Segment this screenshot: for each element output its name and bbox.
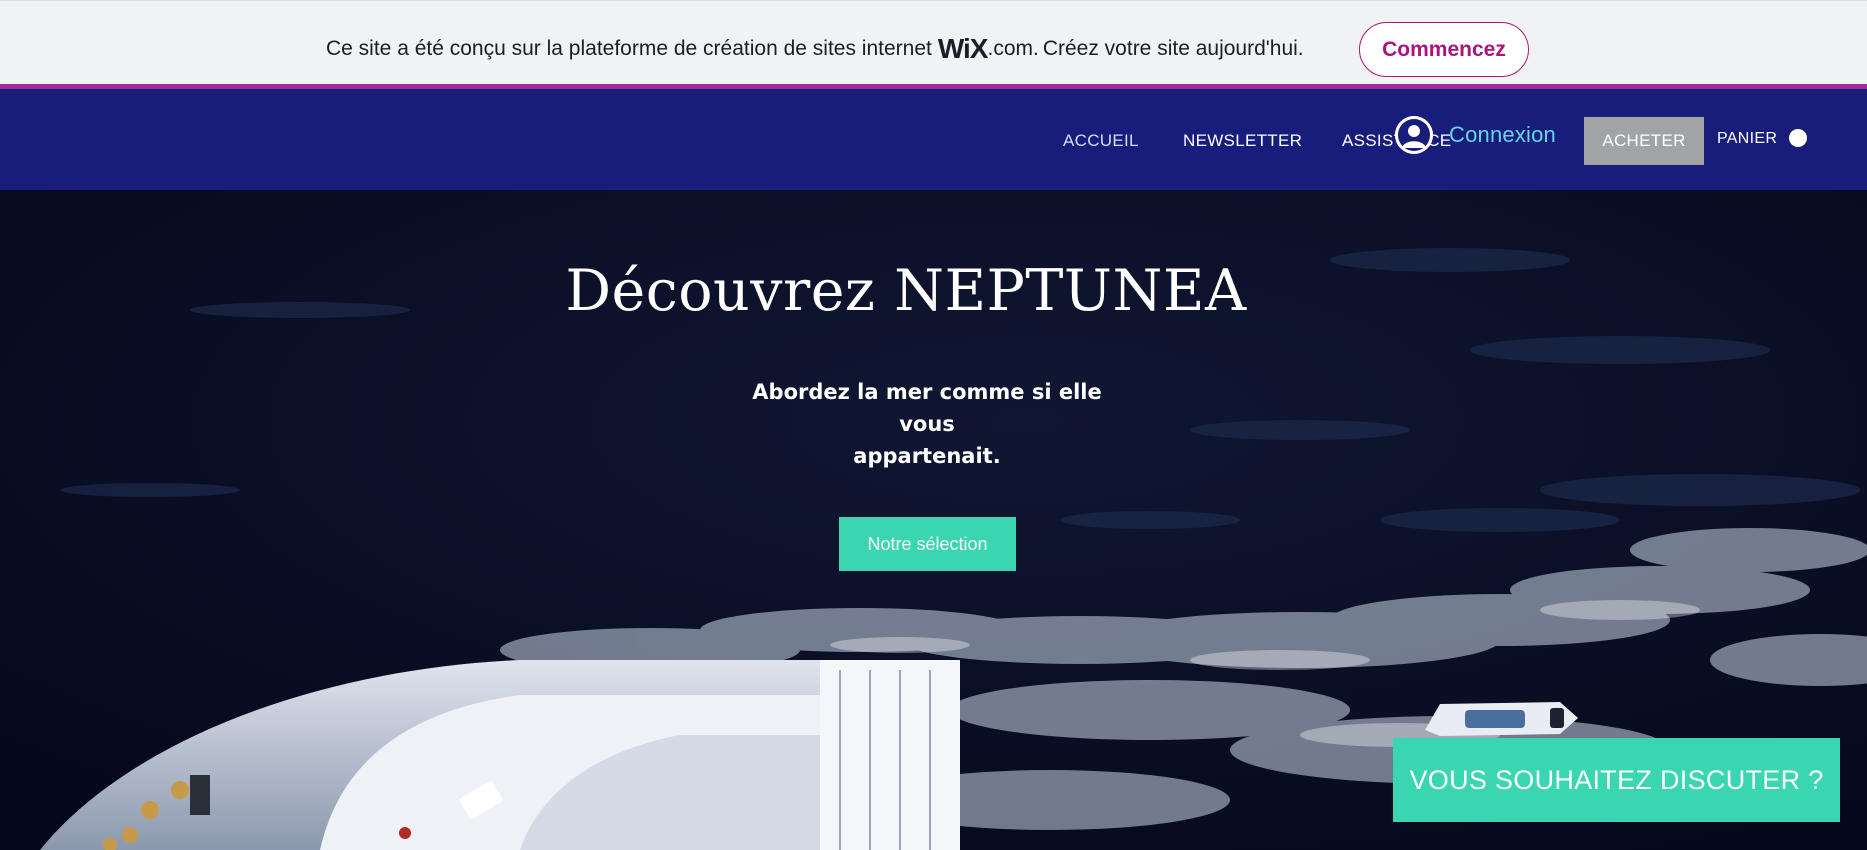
cart-label[interactable]: PANIER <box>1717 130 1777 148</box>
wix-logo[interactable]: WiX <box>938 33 989 65</box>
hero-title: Découvrez NEPTUNEA <box>565 258 1247 324</box>
chat-button[interactable]: VOUS SOUHAITEZ DISCUTER ? <box>1393 738 1840 822</box>
wix-promo-text-after: Créez votre site aujourd'hui. <box>1042 37 1304 60</box>
wix-promo-banner: Ce site a été conçu sur la plateforme de… <box>0 0 1867 85</box>
wix-domain: .com. <box>987 37 1039 60</box>
buy-button[interactable]: ACHETER <box>1584 117 1704 165</box>
wix-promo-text: Ce site a été conçu sur la plateforme de… <box>326 21 1304 77</box>
nav-item-newsletter[interactable]: NEWSLETTER <box>1183 131 1302 151</box>
nav-item-accueil[interactable]: ACCUEIL <box>1063 131 1139 151</box>
login-button[interactable]: Connexion <box>1395 116 1556 154</box>
hero-subtitle-line-1: Abordez la mer comme si elle vous <box>752 380 1102 436</box>
login-label[interactable]: Connexion <box>1449 122 1556 148</box>
our-selection-button[interactable]: Notre sélection <box>839 517 1016 571</box>
site-header: ACCUEIL NEWSLETTER ASSISTANCE Connexion … <box>0 89 1867 190</box>
cart-count-icon[interactable] <box>1789 129 1807 147</box>
hero-subtitle-line-2: appartenait. <box>853 444 1001 468</box>
wix-promo-text-before: Ce site a été conçu sur la plateforme de… <box>326 37 932 60</box>
wix-start-button[interactable]: Commencez <box>1359 22 1529 77</box>
hero-section: Découvrez NEPTUNEA Abordez la mer comme … <box>0 190 1867 850</box>
hero-subtitle: Abordez la mer comme si elle vous appart… <box>727 376 1127 472</box>
user-avatar-icon[interactable] <box>1395 116 1433 154</box>
